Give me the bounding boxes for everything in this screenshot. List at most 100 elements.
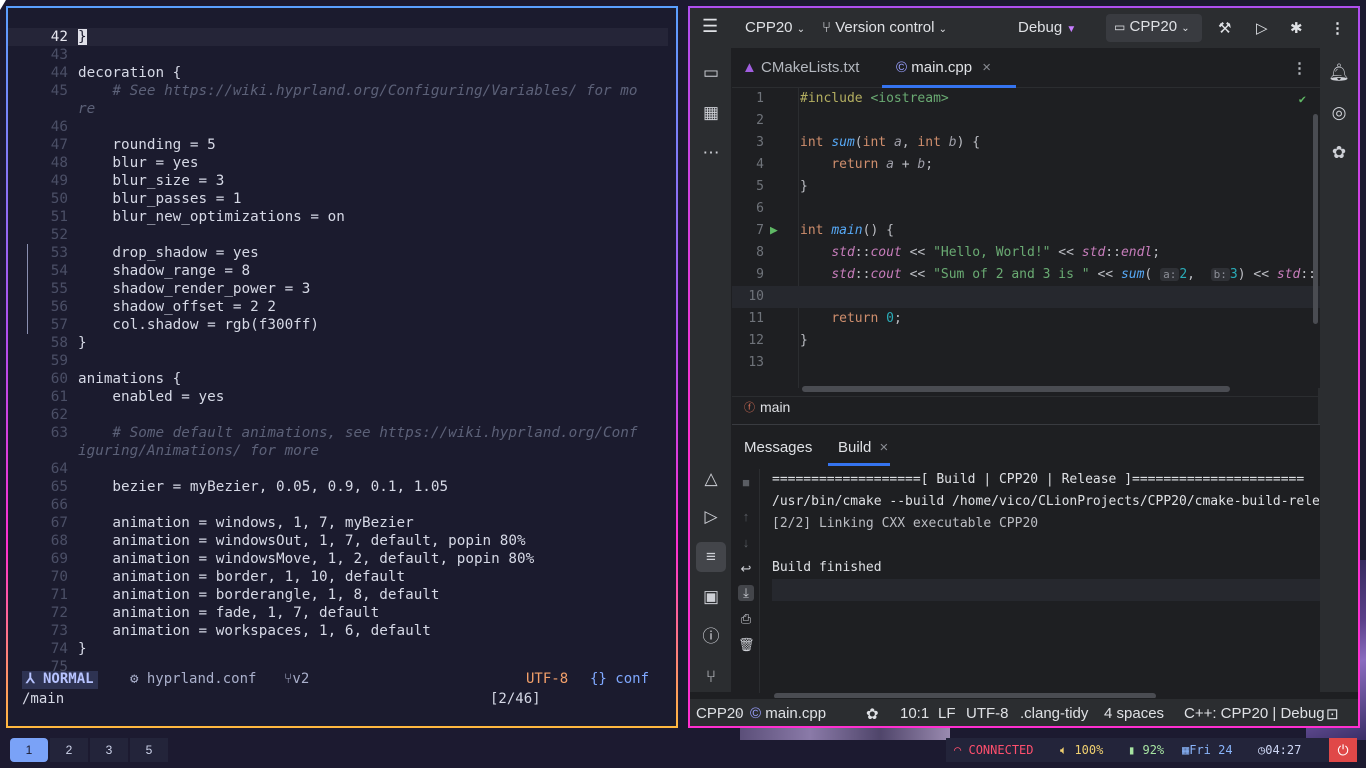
run-target-selector[interactable]: ▭ CPP20 ⌄ (1106, 14, 1202, 42)
line-number: 54 (50, 263, 68, 279)
workspace-button[interactable]: 2 (50, 738, 88, 762)
code-line: 12} (748, 333, 808, 348)
run-tool-icon[interactable]: ▷ (700, 506, 722, 528)
soft-wrap-icon[interactable]: ↩ (738, 561, 754, 577)
line-number: 65 (50, 479, 68, 495)
status-caret-position[interactable]: 10:1 (900, 705, 929, 722)
debug-bug-icon[interactable]: ✱ (1290, 19, 1303, 37)
database-icon[interactable]: ◎ (1328, 102, 1350, 124)
line-number: 73 (50, 623, 68, 639)
build-config-selector[interactable]: Debug ▼ (1018, 19, 1076, 36)
nvim-cmdline[interactable]: /main [2/46] (22, 691, 582, 707)
line-number: 55 (50, 281, 68, 297)
wifi-icon: ◠ (954, 743, 962, 757)
clion-window[interactable]: ☰ CPP20 ⌄ ⑂ Version control ⌄ Debug ▼ ▭ … (688, 6, 1360, 728)
line-text: } (78, 28, 87, 46)
nvim-statusline: ⅄ NORMAL ⚙ hyprland.conf ⑂v2 UTF-8 {} co… (22, 671, 670, 689)
power-button[interactable]: ⏻ (1329, 738, 1357, 762)
tab-build[interactable]: Build × (838, 439, 888, 456)
run-icon[interactable]: ▷ (1256, 19, 1268, 37)
text-cursor: } (78, 29, 87, 45)
date-status[interactable]: ▦Fri 24 (1182, 738, 1233, 762)
down-arrow-icon[interactable]: ↓ (738, 535, 754, 551)
code-line-current: 42} (8, 28, 668, 46)
comment-text: # Some default animations, see https://w… (78, 425, 638, 441)
code-line: 9 std::cout << "Sum of 2 and 3 is " << s… (756, 267, 1316, 282)
nvim-buffer[interactable]: 42} 43 44 decoration {45 # See https://wiki… (8, 28, 668, 676)
trash-icon[interactable]: 🗑︎ (738, 637, 755, 653)
status-toolchain[interactable]: C++: CPP20 | Debug (1184, 705, 1325, 722)
code-line-current: 10 (732, 286, 1320, 308)
battery-status[interactable]: ▮ 92% (1128, 738, 1164, 762)
vim-logo-icon: ⅄ (26, 671, 35, 687)
build-hammer-icon[interactable]: ⚒ (1218, 19, 1231, 37)
tab-main-cpp[interactable]: © main.cpp × (896, 59, 991, 76)
workspace-button[interactable]: 3 (90, 738, 128, 762)
close-icon[interactable]: × (982, 59, 991, 76)
tabs-more-icon[interactable]: ⋮ (1292, 59, 1307, 77)
output-line: [2/2] Linking CXX executable CPP20 (772, 516, 1039, 531)
code-line: 44 decoration { (8, 64, 668, 82)
no-problems-check-icon: ✔ (1298, 92, 1306, 106)
nvim-window[interactable]: 42} 43 44 decoration {45 # See https://wiki… (6, 6, 678, 728)
ai-assistant-icon[interactable]: ✿ (1328, 142, 1350, 164)
status-line-separator[interactable]: LF (938, 705, 956, 722)
project-selector[interactable]: CPP20 ⌄ (745, 19, 805, 36)
comment-text: # See https://wiki.hyprland.org/Configur… (78, 83, 638, 99)
editor-vertical-scrollbar[interactable] (1313, 114, 1318, 324)
code-breadcrumb[interactable]: ⓕ main (732, 396, 1320, 418)
code-line: 68 animation = windowsOut, 1, 7, default… (8, 532, 668, 550)
notifications-bell-icon[interactable]: 🔔︎ (1328, 62, 1350, 84)
line-text: blur_size = 3 (78, 173, 225, 189)
more-tools-icon[interactable]: ⋯ (700, 142, 722, 164)
code-line: 69 animation = windowsMove, 1, 2, defaul… (8, 550, 668, 568)
editor-horizontal-scrollbar[interactable] (802, 386, 1230, 392)
workspace-button[interactable]: 5 (130, 738, 168, 762)
tab-messages[interactable]: Messages (744, 439, 812, 456)
status-linter[interactable]: .clang-tidy (1020, 705, 1088, 722)
structure-icon[interactable]: ▦ (700, 102, 722, 124)
scroll-to-end-icon[interactable]: ⤓ (738, 585, 754, 601)
cmake-icon[interactable]: △ (700, 468, 722, 490)
build-output[interactable]: ===================[ Build | CPP20 | Rel… (772, 469, 1320, 601)
line-number: 68 (50, 533, 68, 549)
line-number: 63 (50, 425, 68, 441)
tab-cmakelists[interactable]: ▲ CMakeLists.txt (742, 59, 859, 76)
wallpaper-fragment-2 (740, 728, 950, 740)
line-number: 72 (50, 605, 68, 621)
chevron-down-icon: ⌄ (938, 24, 947, 35)
line-text: decoration { (78, 65, 182, 81)
messages-tool-icon[interactable]: ≡ (696, 542, 726, 572)
code-line: 63 # Some default animations, see https:… (8, 424, 668, 442)
status-indent[interactable]: 4 spaces (1104, 705, 1164, 722)
main-menu-icon[interactable]: ☰ (702, 16, 718, 37)
power-icon: ⏻ (1337, 742, 1349, 758)
readonly-lock-icon[interactable]: ⊡ (1326, 705, 1339, 723)
folder-icon[interactable]: ▭ (700, 62, 722, 84)
statusline-filename: ⚙ hyprland.conf (130, 671, 257, 687)
git-branch-icon: ⑂ (822, 19, 832, 36)
ai-assistant-icon[interactable]: ✿ (866, 705, 879, 723)
code-line: 73 animation = workspaces, 1, 6, default (8, 622, 668, 640)
print-icon[interactable]: ⎙ (738, 611, 754, 627)
clock-status[interactable]: ◷04:27 (1258, 738, 1301, 762)
status-file[interactable]: © main.cpp (750, 705, 826, 722)
stop-icon[interactable]: ■ (738, 475, 754, 491)
line-number: 48 (50, 155, 68, 171)
run-gutter-icon[interactable]: ▶ (770, 220, 778, 242)
close-icon[interactable]: × (880, 439, 889, 456)
more-options-icon[interactable]: ⋮ (1330, 19, 1345, 37)
code-line: re (8, 100, 668, 118)
chevron-down-icon: ⌄ (796, 24, 806, 35)
volume-status[interactable]: 🔈︎ 100% (1060, 738, 1103, 762)
line-number: 44 (50, 65, 68, 81)
problems-icon[interactable]: ⓘ (700, 626, 722, 648)
git-icon[interactable]: ⑂ (700, 666, 722, 688)
up-arrow-icon[interactable]: ↑ (738, 509, 754, 525)
code-editor[interactable]: 1 #include <iostream> 2 3 int sum(int a, i… (732, 88, 1320, 392)
workspace-button[interactable]: 1 (10, 738, 48, 762)
status-encoding[interactable]: UTF-8 (966, 705, 1009, 722)
vcs-selector[interactable]: ⑂ Version control ⌄ (822, 19, 947, 36)
network-status[interactable]: ◠ CONNECTED (954, 738, 1034, 762)
terminal-icon[interactable]: ▣ (700, 586, 722, 608)
